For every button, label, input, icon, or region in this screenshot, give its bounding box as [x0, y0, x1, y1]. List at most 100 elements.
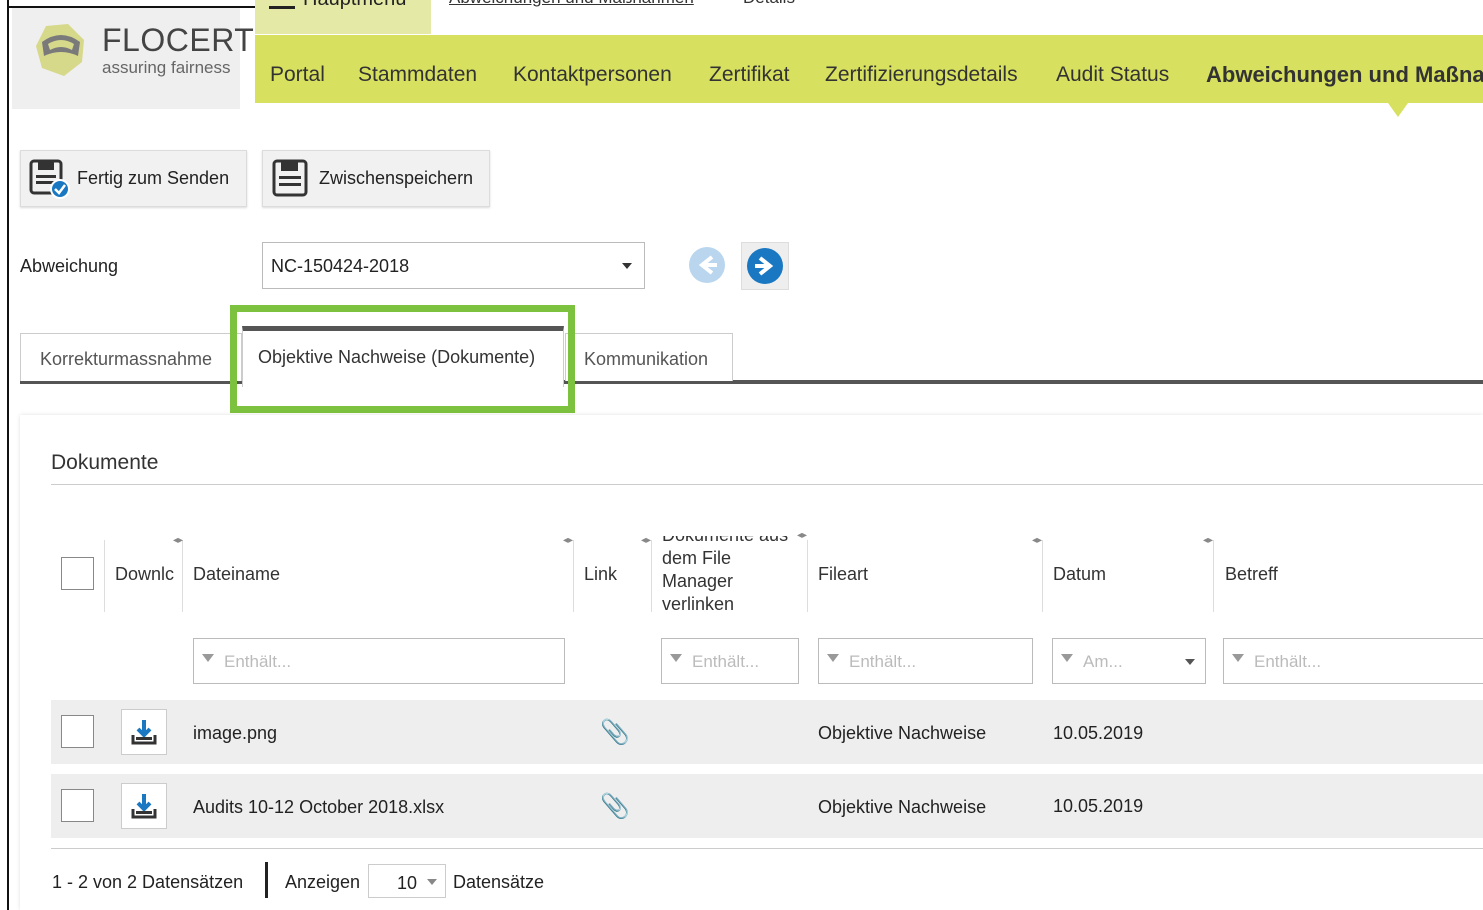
column-separator	[1042, 540, 1043, 612]
column-resize-icon[interactable]: ◂▸	[173, 535, 183, 546]
breadcrumb-link[interactable]: Abweichungen und Maßnahmen	[449, 0, 694, 8]
row-filetype: Objektive Nachweise	[818, 723, 987, 743]
chevron-down-icon	[1185, 659, 1195, 665]
logo-name: FLOCERT	[102, 22, 255, 58]
save-draft-label: Zwischenspeichern	[319, 168, 474, 188]
column-header-link[interactable]: Link	[584, 564, 617, 585]
pager-separator	[265, 862, 268, 898]
save-send-icon	[29, 159, 70, 199]
row-checkbox[interactable]	[61, 789, 94, 822]
deviation-label: Abweichung	[20, 256, 119, 276]
filemanager-filter-input[interactable]: Enthält...	[661, 638, 799, 684]
date-filter-select[interactable]: Am...	[1052, 638, 1206, 684]
download-icon	[131, 720, 157, 745]
column-separator	[182, 540, 183, 612]
filter-placeholder: Enthält...	[224, 652, 292, 671]
chevron-down-icon	[622, 263, 632, 269]
column-separator	[807, 540, 808, 612]
nav-item-stammdaten[interactable]: Stammdaten	[358, 63, 477, 87]
tab-highlight-box	[230, 305, 575, 413]
arrow-left-icon	[689, 247, 725, 283]
column-separator	[104, 540, 105, 612]
nav-item-zertifikat[interactable]: Zertifikat	[709, 63, 790, 87]
deviation-selected-value: NC-150424-2018	[271, 256, 410, 276]
filter-icon	[827, 654, 839, 662]
column-resize-icon[interactable]: ◂▸	[1032, 535, 1042, 546]
column-separator	[651, 540, 652, 612]
column-header-filename[interactable]: Dateiname	[193, 564, 280, 585]
main-nav: Portal Stammdaten Kontaktpersonen Zertif…	[255, 35, 1483, 117]
divider	[51, 848, 1483, 849]
column-header-download[interactable]: Downlc	[115, 564, 175, 585]
filter-icon	[202, 654, 214, 662]
download-icon	[131, 794, 157, 819]
row-filename: Audits 10-12 October 2018.xlsx	[193, 797, 445, 817]
main-menu-label: Hauptmenü	[303, 0, 406, 11]
nav-item-audit-status[interactable]: Audit Status	[1056, 63, 1169, 87]
logo[interactable]: FLOCERT assuring fairness	[12, 8, 254, 109]
row-checkbox[interactable]	[61, 715, 94, 748]
main-menu-button[interactable]: Hauptmenü	[255, 0, 431, 34]
tab-korrekturmassnahme[interactable]: Korrekturmassnahme	[20, 333, 242, 381]
nav-item-zertifizierungsdetails[interactable]: Zertifizierungsdetails	[825, 63, 1018, 87]
pager-show-label: Anzeigen	[285, 872, 361, 892]
select-all-checkbox[interactable]	[61, 557, 94, 590]
page-size-value: 10	[397, 873, 418, 893]
window-border-left	[7, 0, 9, 910]
deviation-select[interactable]: NC-150424-2018	[262, 242, 645, 289]
attachment-icon[interactable]: 📎	[600, 792, 630, 821]
filter-icon	[1061, 654, 1073, 662]
logo-tagline: assuring fairness	[102, 58, 231, 77]
attachment-icon[interactable]: 📎	[600, 718, 630, 747]
ready-to-send-button[interactable]: Fertig zum Senden	[20, 150, 247, 207]
subject-filter-input[interactable]: Enthält...	[1223, 638, 1483, 684]
flocert-logo-icon	[36, 24, 84, 76]
filename-filter-input[interactable]: Enthält...	[193, 638, 565, 684]
chevron-down-icon	[427, 879, 437, 885]
nav-item-kontaktpersonen[interactable]: Kontaktpersonen	[513, 63, 672, 87]
column-header-date[interactable]: Datum	[1053, 564, 1106, 585]
tab-label: Kommunikation	[584, 349, 709, 369]
tab-kommunikation[interactable]: Kommunikation	[565, 333, 733, 381]
breadcrumb-current: Details	[743, 0, 795, 8]
column-separator	[1213, 540, 1214, 612]
next-button[interactable]	[741, 242, 789, 290]
tab-label: Korrekturmassnahme	[40, 349, 213, 369]
column-header-subject[interactable]: Betreff	[1225, 564, 1278, 585]
filter-placeholder: Enthält...	[692, 652, 760, 671]
page-size-select[interactable]: 10	[368, 864, 446, 898]
download-button[interactable]	[121, 709, 167, 755]
row-date: 10.05.2019	[1053, 723, 1144, 743]
row-filename: image.png	[193, 723, 278, 743]
previous-button[interactable]	[684, 242, 730, 288]
filter-placeholder: Enthält...	[849, 652, 917, 671]
filter-placeholder: Enthält...	[1254, 652, 1322, 671]
column-header-filemanager[interactable]: Dokumente aus dem File Manager verlinken	[662, 536, 802, 612]
documents-title: Dokumente	[51, 451, 159, 474]
column-resize-icon[interactable]: ◂▸	[563, 535, 573, 546]
nav-item-portal[interactable]: Portal	[270, 63, 325, 87]
pager-records-label: Datensätze	[453, 872, 545, 892]
download-button[interactable]	[121, 783, 167, 829]
row-date: 10.05.2019	[1053, 796, 1144, 816]
save-draft-button[interactable]: Zwischenspeichern	[262, 150, 490, 207]
save-icon	[272, 159, 308, 197]
column-separator	[573, 540, 574, 612]
column-header-filetype[interactable]: Fileart	[818, 564, 868, 585]
filter-placeholder: Am...	[1083, 652, 1123, 671]
column-resize-icon[interactable]: ◂▸	[1203, 535, 1213, 546]
column-resize-icon[interactable]: ◂▸	[641, 535, 651, 546]
column-resize-icon[interactable]: ◂▸	[797, 530, 807, 541]
active-nav-indicator	[1388, 103, 1408, 117]
column-header-filemanager-label: Dokumente aus dem File Manager verlinken	[662, 536, 788, 612]
filter-icon	[1232, 654, 1244, 662]
arrow-right-icon	[747, 248, 783, 284]
pager-summary: 1 - 2 von 2 Datensätzen	[52, 872, 244, 892]
ready-to-send-label: Fertig zum Senden	[77, 168, 230, 188]
row-filetype: Objektive Nachweise	[818, 797, 987, 817]
nav-item-abweichungen[interactable]: Abweichungen und Maßnahmen	[1206, 62, 1483, 88]
divider	[51, 484, 1483, 485]
filetype-filter-input[interactable]: Enthält...	[818, 638, 1033, 684]
filter-icon	[670, 654, 682, 662]
breadcrumb: Hauptmenü Abweichungen und Maßnahmen Det…	[255, 0, 1483, 34]
